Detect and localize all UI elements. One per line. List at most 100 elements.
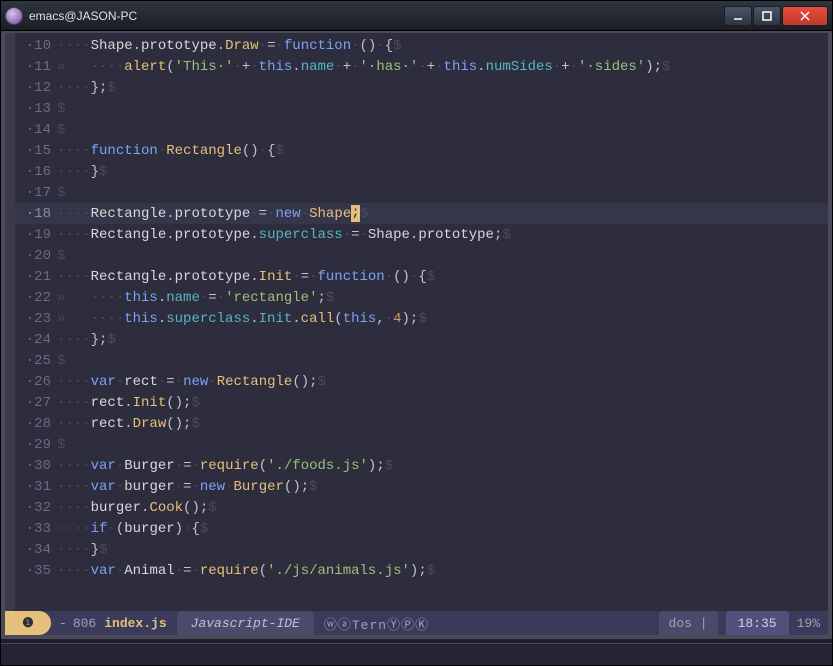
window-controls — [724, 6, 828, 26]
code-content: ····}$ — [57, 164, 107, 180]
code-content: ····};$ — [57, 80, 116, 96]
line-number: ·21 — [15, 269, 57, 285]
code-line[interactable]: ·16····}$ — [15, 161, 828, 182]
code-line[interactable]: ·34····}$ — [15, 539, 828, 560]
code-content: ····var·burger·=·new·Burger();$ — [57, 479, 318, 495]
line-number: ·32 — [15, 500, 57, 516]
line-number: ·35 — [15, 563, 57, 579]
code-line[interactable]: ·22» ····this.name·=·'rectangle';$ — [15, 287, 828, 308]
code-line[interactable]: ·32····burger.Cook();$ — [15, 497, 828, 518]
buffer-name: index.js — [104, 616, 166, 631]
fringe — [5, 33, 15, 635]
maximize-button[interactable] — [753, 6, 781, 26]
line-number: ·18 — [15, 206, 57, 222]
line-number: ·17 — [15, 185, 57, 201]
code-line[interactable]: ·25$ — [15, 350, 828, 371]
line-number: ·20 — [15, 248, 57, 264]
code-line[interactable]: ·27····rect.Init();$ — [15, 392, 828, 413]
modeline[interactable]: ❶ - 806 index.js Javascript-IDE ⓦⓐTernⓎⓅ… — [5, 611, 828, 635]
code-line[interactable]: ·23» ····this.superclass.Init.call(this,… — [15, 308, 828, 329]
cursor-position: 18:35 — [726, 611, 789, 635]
code-content: ····rect.Init();$ — [57, 395, 200, 411]
code-content: $ — [57, 101, 65, 117]
code-line[interactable]: ·10····Shape.prototype.Draw·=·function·(… — [15, 35, 828, 56]
line-number: ·13 — [15, 101, 57, 117]
line-number: ·26 — [15, 374, 57, 390]
line-number: ·27 — [15, 395, 57, 411]
minimize-button[interactable] — [724, 6, 752, 26]
line-number: ·10 — [15, 38, 57, 54]
code-line[interactable]: ·13$ — [15, 98, 828, 119]
code-content: ····Rectangle.prototype.Init·=·function·… — [57, 269, 435, 285]
code-content: ····var·Burger·=·require('./foods.js');$ — [57, 458, 393, 474]
modeline-right: dos | 18:35 19% — [659, 611, 828, 635]
code-content: ····var·rect·=·new·Rectangle();$ — [57, 374, 326, 390]
code-line[interactable]: ·29$ — [15, 434, 828, 455]
code-line[interactable]: ·28····rect.Draw();$ — [15, 413, 828, 434]
line-number: ·14 — [15, 122, 57, 138]
line-number: ·12 — [15, 80, 57, 96]
line-number: ·11 — [15, 59, 57, 75]
encoding: dos | — [659, 611, 718, 635]
close-button[interactable] — [782, 6, 828, 26]
code-content: $ — [57, 185, 65, 201]
code-line[interactable]: ·19····Rectangle.prototype.superclass·=·… — [15, 224, 828, 245]
line-number: ·24 — [15, 332, 57, 348]
code-content: $ — [57, 353, 65, 369]
line-number: ·34 — [15, 542, 57, 558]
line-number: ·19 — [15, 227, 57, 243]
editor: ·10····Shape.prototype.Draw·=·function·(… — [1, 31, 832, 639]
line-number: ·31 — [15, 479, 57, 495]
code-content: » ····alert('This·'·+·this.name·+·'·has·… — [57, 59, 670, 75]
cursor: ; — [351, 205, 360, 222]
titlebar: emacs@JASON-PC — [1, 1, 832, 31]
code-content: ····}$ — [57, 542, 107, 558]
code-content: $ — [57, 248, 65, 264]
code-line[interactable]: ·21····Rectangle.prototype.Init·=·functi… — [15, 266, 828, 287]
minibuffer[interactable] — [1, 643, 832, 665]
code-line[interactable]: ·20$ — [15, 245, 828, 266]
code-content: ····Rectangle.prototype.superclass·=·Sha… — [57, 227, 511, 243]
major-mode[interactable]: Javascript-IDE — [177, 611, 314, 635]
code-content: $ — [57, 437, 65, 453]
code-line[interactable]: ·30····var·Burger·=·require('./foods.js'… — [15, 455, 828, 476]
code-line[interactable]: ·26····var·rect·=·new·Rectangle();$ — [15, 371, 828, 392]
code-content: ····burger.Cook();$ — [57, 500, 217, 516]
code-line[interactable]: ·18····Rectangle.prototype·=·new·Shape;$ — [15, 203, 828, 224]
code-content: ····if·(burger)·{$ — [57, 521, 208, 537]
code-line[interactable]: ·33····if·(burger)·{$ — [15, 518, 828, 539]
line-number: ·25 — [15, 353, 57, 369]
scroll-percent: 19% — [797, 616, 820, 631]
line-number: ·23 — [15, 311, 57, 327]
line-number: ·16 — [15, 164, 57, 180]
minor-modes[interactable]: ⓦⓐTernⓎⓅⓀ — [324, 614, 429, 633]
line-number: ·22 — [15, 290, 57, 306]
code-line[interactable]: ·11» ····alert('This·'·+·this.name·+·'·h… — [15, 56, 828, 77]
modified-indicator: - — [59, 616, 67, 631]
code-content: ····};$ — [57, 332, 116, 348]
line-number: ·33 — [15, 521, 57, 537]
line-number: ·29 — [15, 437, 57, 453]
code-content: ····Shape.prototype.Draw·=·function·()·{… — [57, 38, 402, 54]
code-content: ····function·Rectangle()·{$ — [57, 143, 284, 159]
line-number: ·30 — [15, 458, 57, 474]
code-line[interactable]: ·15····function·Rectangle()·{$ — [15, 140, 828, 161]
code-line[interactable]: ·12····};$ — [15, 77, 828, 98]
code-content: ····rect.Draw();$ — [57, 416, 200, 432]
code-content: $ — [57, 122, 65, 138]
code-content: » ····this.superclass.Init.call(this,·4)… — [57, 311, 427, 327]
code-line[interactable]: ·17$ — [15, 182, 828, 203]
code-line[interactable]: ·24····};$ — [15, 329, 828, 350]
buffer-size: 806 — [73, 616, 96, 631]
code-content: ····Rectangle.prototype·=·new·Shape;$ — [57, 205, 369, 222]
code-content: » ····this.name·=·'rectangle';$ — [57, 290, 334, 306]
app-icon — [5, 7, 23, 25]
line-number: ·28 — [15, 416, 57, 432]
code-content: ····var·Animal·=·require('./js/animals.j… — [57, 563, 435, 579]
code-line[interactable]: ·35····var·Animal·=·require('./js/animal… — [15, 560, 828, 581]
code-area[interactable]: ·10····Shape.prototype.Draw·=·function·(… — [15, 33, 828, 611]
code-line[interactable]: ·14$ — [15, 119, 828, 140]
line-number-badge: ❶ — [5, 611, 51, 635]
line-number: ·15 — [15, 143, 57, 159]
code-line[interactable]: ·31····var·burger·=·new·Burger();$ — [15, 476, 828, 497]
